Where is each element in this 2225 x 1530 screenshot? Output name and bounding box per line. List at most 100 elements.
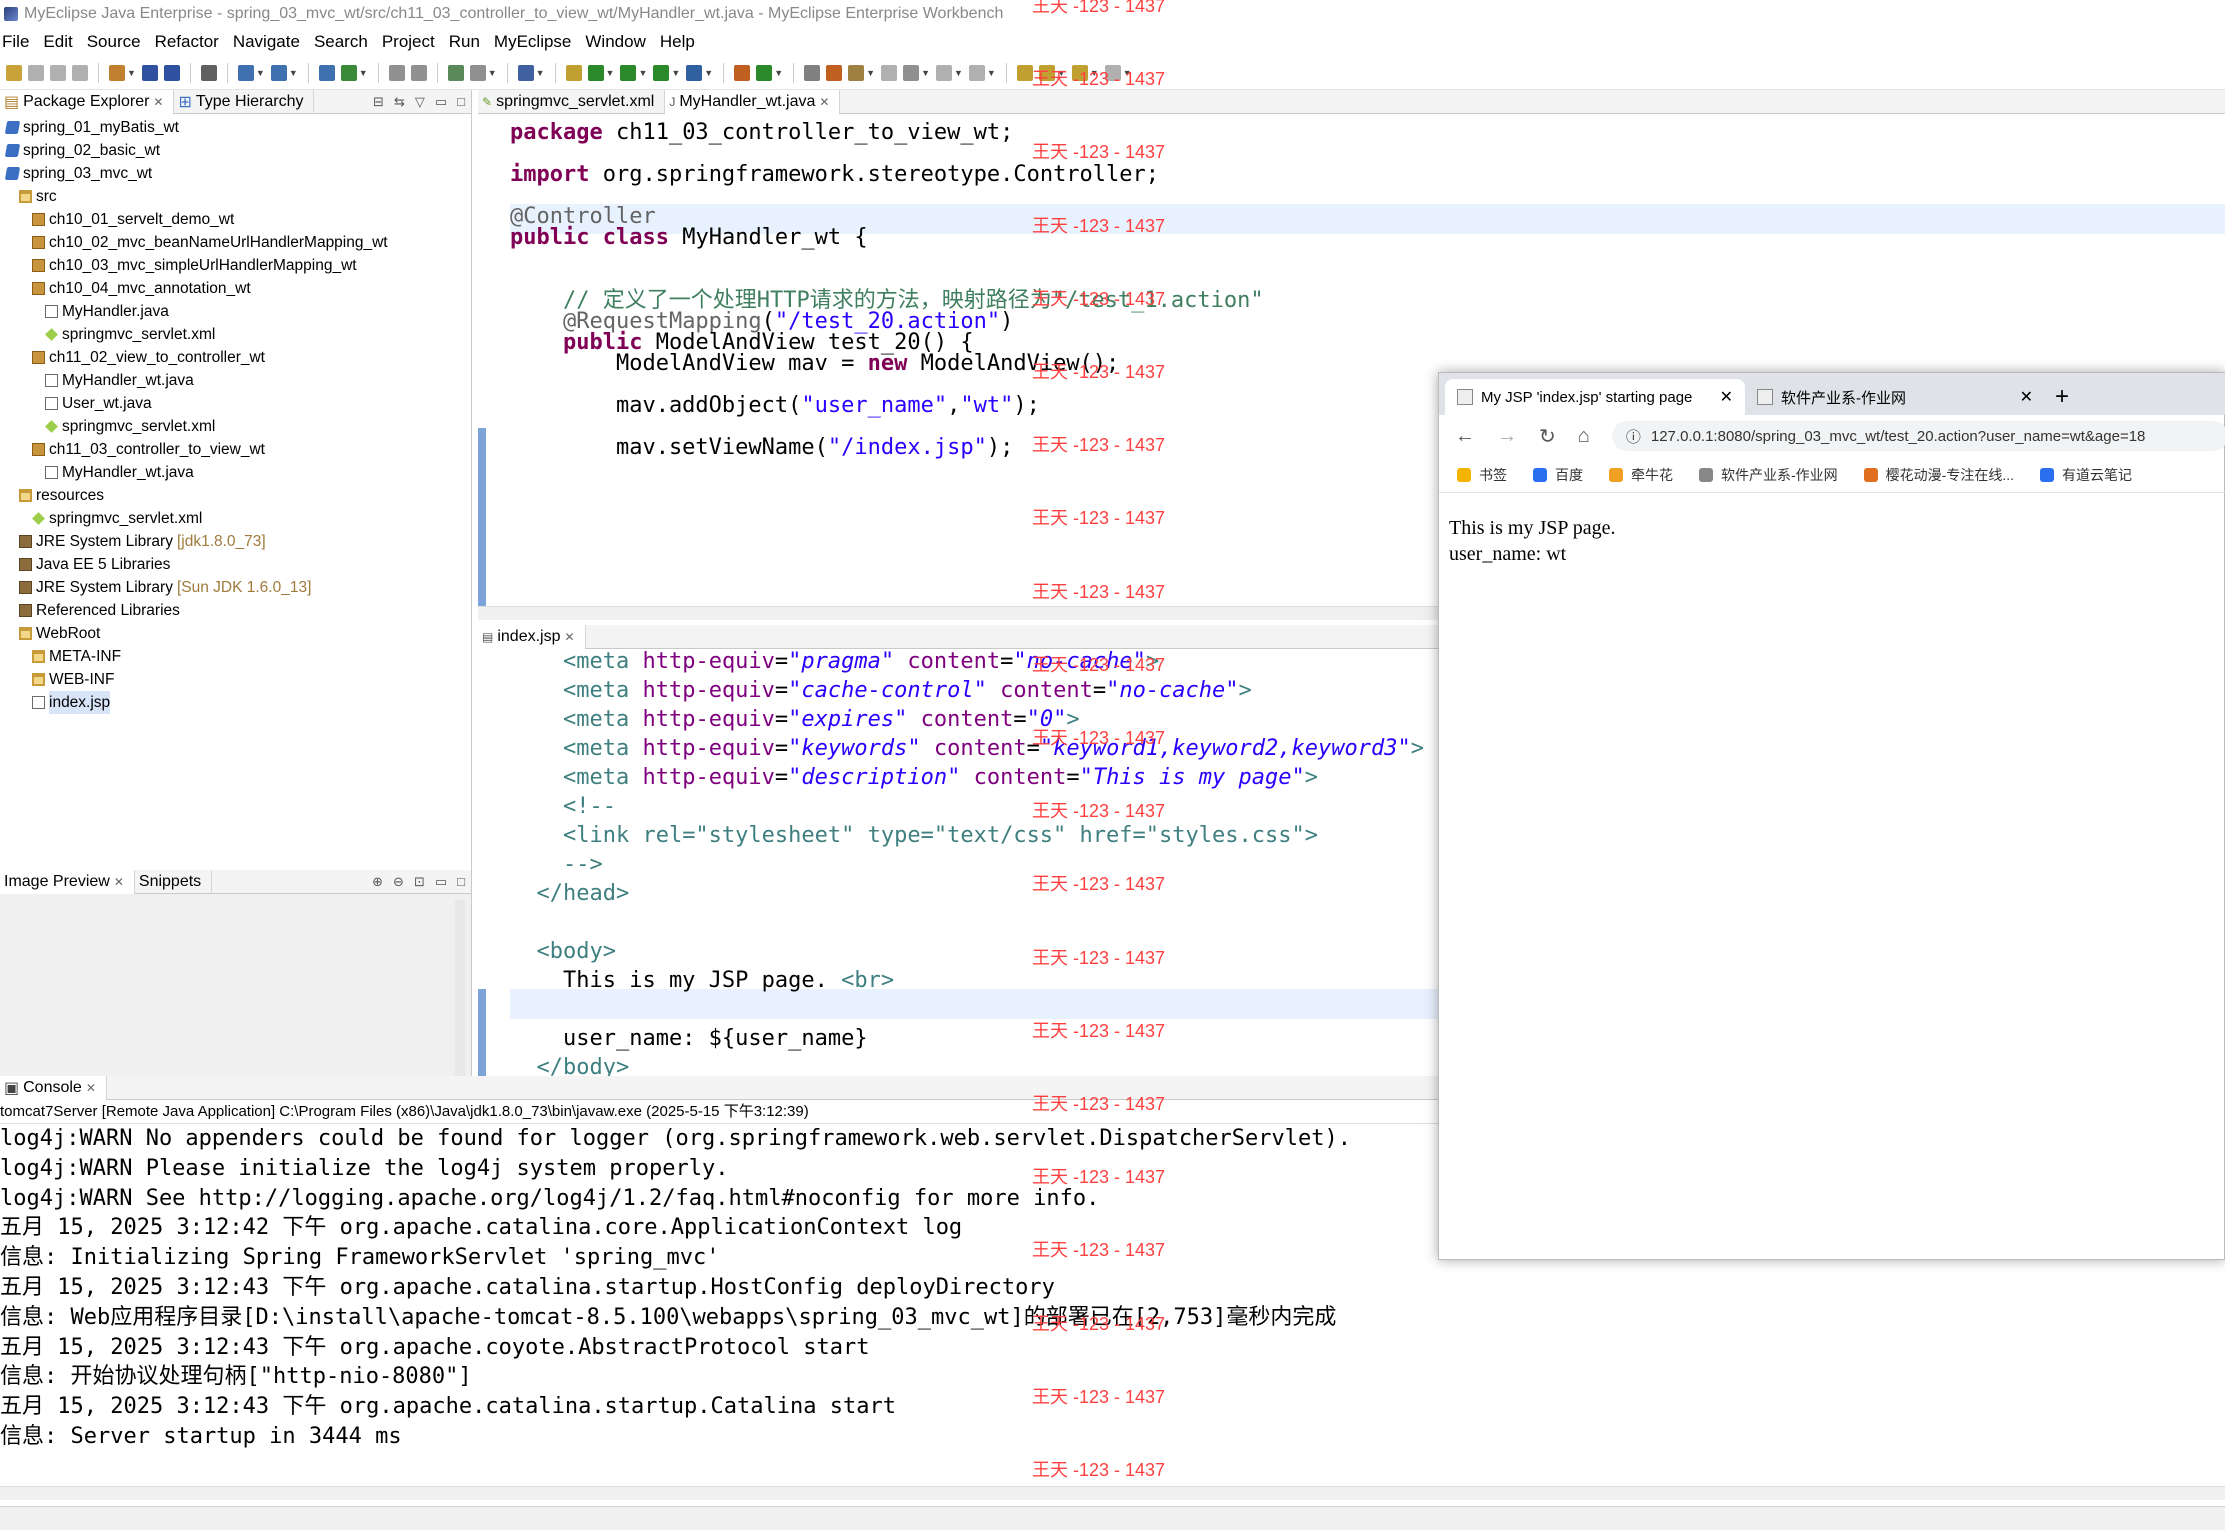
dropdown-arrow-icon[interactable]: ▼ — [256, 68, 265, 78]
minimize-icon[interactable]: ▭ — [435, 874, 447, 890]
dropdown-arrow-icon[interactable]: ▼ — [359, 68, 368, 78]
dropdown-arrow-icon[interactable]: ▼ — [638, 68, 647, 78]
toolbar-button-icon[interactable] — [237, 64, 254, 81]
view-menu-icon[interactable]: ▽ — [415, 94, 425, 110]
toolbar-button-icon[interactable] — [28, 64, 44, 81]
menu-search[interactable]: Search — [314, 32, 382, 52]
tree-item[interactable]: ch11_03_controller_to_view_wt — [0, 438, 471, 461]
fit-icon[interactable]: ⊡ — [414, 874, 425, 890]
toolbar-button-icon[interactable] — [587, 64, 604, 81]
dropdown-arrow-icon[interactable]: ▼ — [954, 68, 963, 78]
close-icon[interactable]: ✕ — [153, 95, 163, 109]
close-tab-icon[interactable]: ✕ — [2020, 387, 2033, 407]
tree-item[interactable]: JRE System Library [Sun JDK 1.6.0_13] — [0, 576, 471, 599]
tree-item[interactable]: resources — [0, 484, 471, 507]
toolbar-button-icon[interactable] — [1016, 64, 1033, 81]
toolbar-button-icon[interactable] — [109, 64, 125, 81]
tree-item[interactable]: src — [0, 185, 471, 208]
bookmark-item[interactable]: 牵牛花 — [1609, 465, 1673, 485]
tab-console[interactable]: ▣ Console ✕ — [0, 1075, 107, 1100]
toolbar-button-icon[interactable] — [881, 64, 898, 81]
forward-icon[interactable]: → — [1497, 425, 1517, 448]
close-icon[interactable]: ✕ — [565, 630, 575, 644]
tab-image-preview[interactable]: Image Preview ✕ — [0, 869, 135, 894]
tree-item[interactable]: spring_02_basic_wt — [0, 139, 471, 162]
home-icon[interactable]: ⌂ — [1578, 425, 1590, 448]
dropdown-arrow-icon[interactable]: ▼ — [774, 68, 783, 78]
address-bar[interactable]: ⓘ 127.0.0.1:8080/spring_03_mvc_wt/test_2… — [1611, 421, 2225, 451]
editor-tab[interactable]: ▤ index.jsp ✕ — [478, 624, 586, 649]
tree-item[interactable]: spring_03_mvc_wt — [0, 162, 471, 185]
tree-item[interactable]: MyHandler_wt.java — [0, 461, 471, 484]
tree-item[interactable]: ch11_02_view_to_controller_wt — [0, 346, 471, 369]
toolbar-button-icon[interactable] — [903, 64, 920, 81]
menu-myeclipse[interactable]: MyEclipse — [494, 32, 585, 52]
tab-snippets[interactable]: Snippets — [135, 869, 213, 894]
menu-source[interactable]: Source — [87, 32, 155, 52]
back-icon[interactable]: ← — [1455, 425, 1475, 448]
close-icon[interactable]: ✕ — [86, 1081, 96, 1095]
menu-edit[interactable]: Edit — [43, 32, 86, 52]
toolbar-button-icon[interactable] — [935, 64, 952, 81]
toolbar-button-icon[interactable] — [517, 64, 534, 81]
toolbar-button-icon[interactable] — [686, 64, 703, 81]
dropdown-arrow-icon[interactable]: ▼ — [921, 68, 930, 78]
close-icon[interactable]: ✕ — [819, 95, 829, 109]
zoom-in-icon[interactable]: ⊕ — [372, 874, 383, 890]
zoom-out-icon[interactable]: ⊖ — [393, 874, 404, 890]
dropdown-arrow-icon[interactable]: ▼ — [127, 68, 136, 78]
toolbar-button-icon[interactable] — [565, 64, 582, 81]
editor-tab[interactable]: ✎ springmvc_servlet.xml — [478, 89, 666, 114]
toolbar-button-icon[interactable] — [447, 64, 464, 81]
site-info-icon[interactable]: ⓘ — [1626, 426, 1641, 447]
toolbar-button-icon[interactable] — [141, 64, 158, 81]
toolbar-button-icon[interactable] — [163, 64, 180, 81]
horizontal-scrollbar[interactable] — [0, 1486, 2225, 1500]
tree-item[interactable]: MyHandler.java — [0, 300, 471, 323]
tree-item[interactable]: Java EE 5 Libraries — [0, 553, 471, 576]
close-tab-icon[interactable]: ✕ — [1720, 387, 1733, 407]
tree-item[interactable]: ch10_01_servelt_demo_wt — [0, 208, 471, 231]
dropdown-arrow-icon[interactable]: ▼ — [488, 68, 497, 78]
tree-item[interactable]: ch10_03_mvc_simpleUrlHandlerMapping_wt — [0, 254, 471, 277]
toolbar-button-icon[interactable] — [848, 64, 865, 81]
tree-item[interactable]: WEB-INF — [0, 668, 471, 691]
toolbar-button-icon[interactable] — [410, 64, 427, 81]
tree-item[interactable]: ch10_04_mvc_annotation_wt — [0, 277, 471, 300]
toolbar-button-icon[interactable] — [804, 64, 821, 81]
tree-item[interactable]: springmvc_servlet.xml — [0, 415, 471, 438]
menu-navigate[interactable]: Navigate — [233, 32, 314, 52]
toolbar-button-icon[interactable] — [318, 64, 335, 81]
toolbar-button-icon[interactable] — [50, 64, 66, 81]
bookmark-item[interactable]: 有道云笔记 — [2040, 465, 2132, 485]
reload-icon[interactable]: ↻ — [1539, 424, 1556, 449]
collapse-all-icon[interactable]: ⊟ — [373, 94, 384, 110]
menu-file[interactable]: File — [0, 32, 43, 52]
tree-item[interactable]: springmvc_servlet.xml — [0, 323, 471, 346]
vertical-scrollbar[interactable] — [455, 900, 465, 1076]
toolbar-button-icon[interactable] — [340, 64, 357, 81]
dropdown-arrow-icon[interactable]: ▼ — [536, 68, 545, 78]
tree-item[interactable]: User_wt.java — [0, 392, 471, 415]
menu-run[interactable]: Run — [449, 32, 494, 52]
menu-help[interactable]: Help — [660, 32, 709, 52]
tree-item[interactable]: WebRoot — [0, 622, 471, 645]
tree-item[interactable]: springmvc_servlet.xml — [0, 507, 471, 530]
bookmark-item[interactable]: 软件产业系-作业网 — [1699, 465, 1838, 485]
toolbar-button-icon[interactable] — [270, 64, 287, 81]
maximize-icon[interactable]: □ — [457, 94, 465, 110]
tree-item[interactable]: ch10_02_mvc_beanNameUrlHandlerMapping_wt — [0, 231, 471, 254]
tree-item[interactable]: META-INF — [0, 645, 471, 668]
dropdown-arrow-icon[interactable]: ▼ — [987, 68, 996, 78]
browser-tab[interactable]: 软件产业系-作业网 ✕ — [1745, 379, 2045, 415]
toolbar-button-icon[interactable] — [6, 64, 22, 81]
jsp-source-code[interactable]: <meta http-equiv="pragma" content="no-ca… — [510, 647, 1424, 1082]
dropdown-arrow-icon[interactable]: ▼ — [671, 68, 680, 78]
menu-window[interactable]: Window — [585, 32, 659, 52]
tree-item[interactable]: index.jsp — [0, 691, 471, 714]
close-icon[interactable]: ✕ — [114, 875, 124, 889]
tree-item[interactable]: MyHandler_wt.java — [0, 369, 471, 392]
toolbar-button-icon[interactable] — [968, 64, 985, 81]
new-tab-icon[interactable]: + — [2055, 379, 2069, 415]
toolbar-button-icon[interactable] — [620, 64, 637, 81]
